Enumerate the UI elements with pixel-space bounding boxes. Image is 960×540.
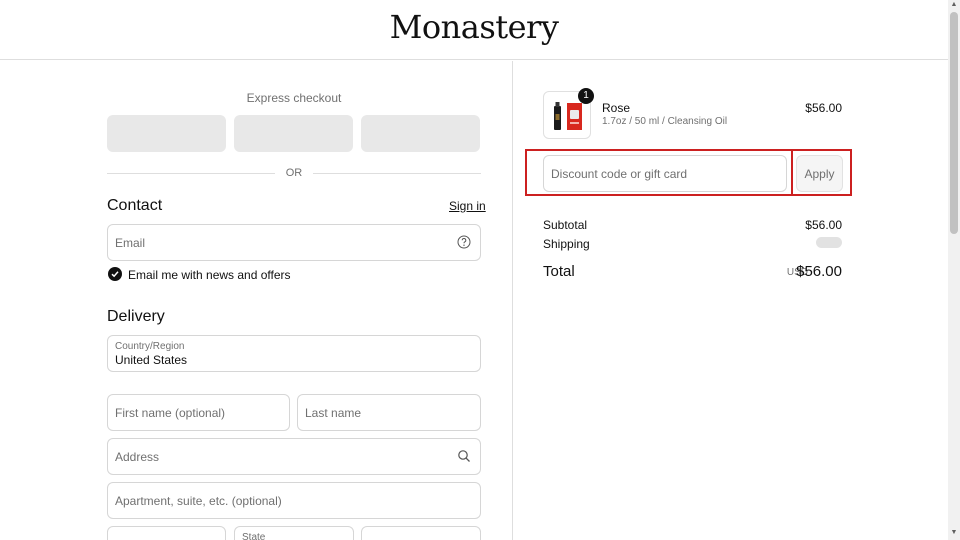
shipping-value-placeholder	[816, 237, 842, 248]
brand-logo[interactable]: Monastery	[0, 8, 948, 46]
scroll-down-icon[interactable]: ▼	[948, 528, 960, 538]
total-value: $56.00	[796, 263, 842, 280]
state-select[interactable]: State	[234, 526, 354, 540]
last-name-input[interactable]	[305, 395, 473, 430]
express-pay-button-3[interactable]	[361, 115, 480, 152]
email-input[interactable]	[115, 225, 447, 260]
search-icon[interactable]	[457, 449, 471, 463]
contact-title: Contact	[107, 197, 163, 214]
email-field	[107, 224, 481, 261]
apartment-field	[107, 482, 481, 519]
delivery-title: Delivery	[107, 308, 165, 325]
shipping-label: Shipping	[543, 237, 590, 251]
scroll-up-icon[interactable]: ▲	[948, 0, 960, 10]
discount-field	[543, 155, 787, 192]
question-circle-icon[interactable]	[457, 235, 471, 249]
discount-input[interactable]	[551, 156, 779, 191]
page-scrollbar[interactable]: ▲ ▼	[948, 0, 960, 540]
news-checkbox-label: Email me with news and offers	[128, 268, 291, 282]
city-field[interactable]	[107, 526, 226, 540]
news-checkbox[interactable]	[108, 267, 122, 281]
apply-button[interactable]: Apply	[796, 155, 843, 192]
checkmark-icon	[111, 271, 119, 278]
first-name-field	[107, 394, 290, 431]
subtotal-value: $56.00	[805, 218, 842, 232]
quantity-badge: 1	[578, 88, 594, 104]
product-name: Rose	[602, 101, 631, 115]
or-divider: OR	[107, 166, 481, 180]
subtotal-label: Subtotal	[543, 218, 588, 232]
express-checkout-title: Express checkout	[246, 91, 342, 105]
checkout-form: Express checkout OR Contact Sign in Emai…	[0, 61, 512, 540]
address-field	[107, 438, 481, 475]
product-variant: 1.7oz / 50 ml / Cleansing Oil	[602, 116, 728, 127]
first-name-input[interactable]	[115, 395, 283, 430]
express-pay-button-2[interactable]	[234, 115, 353, 152]
order-summary: 1 Rose 1.7oz / 50 ml / Cleansing Oil $56…	[512, 61, 948, 540]
last-name-field	[297, 394, 481, 431]
scrollbar-thumb[interactable]	[950, 12, 958, 234]
country-select[interactable]: Country/Region United States	[107, 335, 481, 372]
express-pay-button-1[interactable]	[107, 115, 226, 152]
country-value: United States	[115, 353, 188, 367]
header: Monastery	[0, 0, 948, 60]
total-label: Total	[543, 263, 575, 280]
apartment-input[interactable]	[115, 483, 447, 518]
zip-field[interactable]	[361, 526, 481, 540]
divider-line-right	[313, 173, 481, 174]
sign-in-link[interactable]: Sign in	[449, 199, 486, 213]
state-label: State	[242, 532, 266, 540]
address-input[interactable]	[115, 439, 447, 474]
product-price: $56.00	[805, 101, 842, 115]
country-label: Country/Region	[115, 341, 185, 352]
